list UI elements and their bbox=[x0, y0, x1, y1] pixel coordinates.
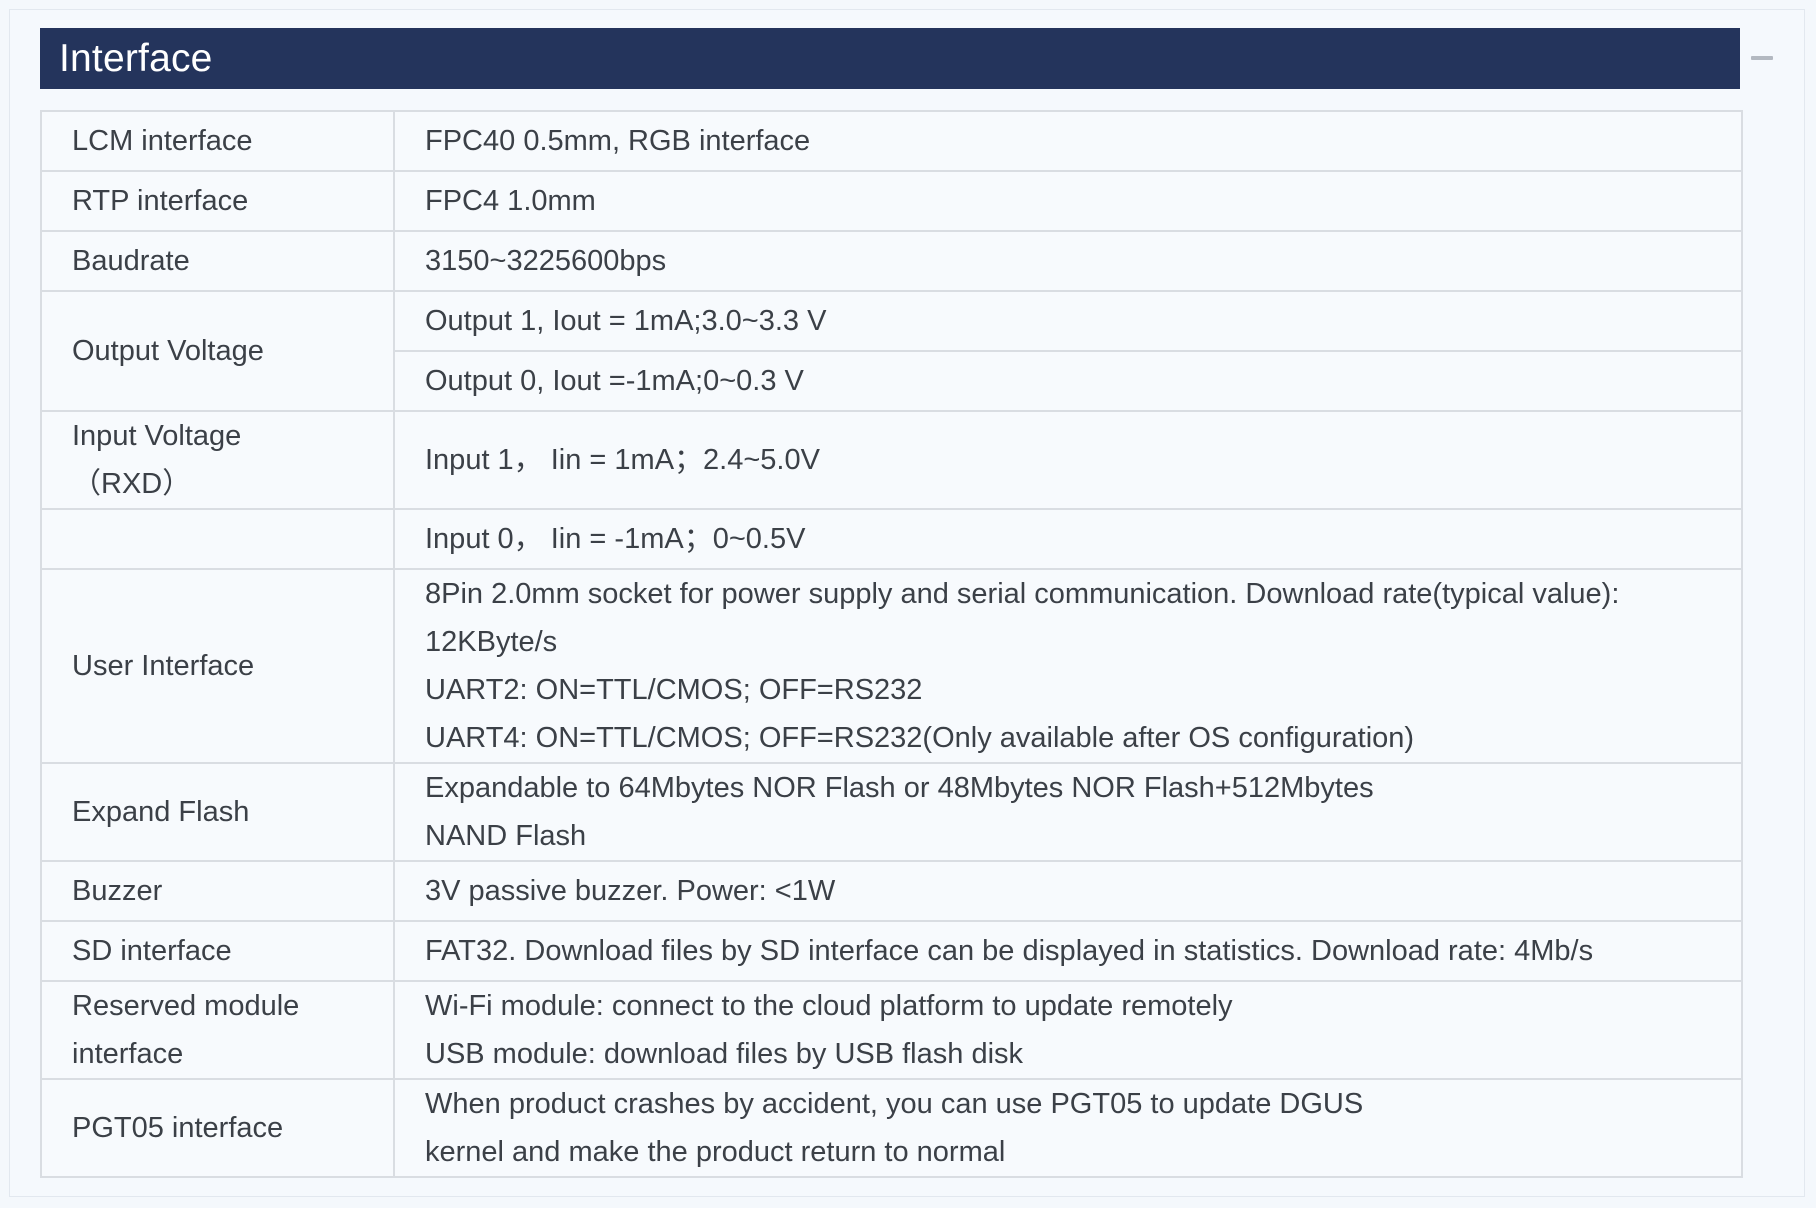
row-value: When product crashes by accident, you ca… bbox=[393, 1078, 1743, 1178]
collapse-button[interactable] bbox=[1750, 46, 1774, 70]
row-label-text: RTP interface bbox=[72, 185, 249, 217]
row-value-text: 8Pin 2.0mm socket for power supply and s… bbox=[425, 578, 1620, 610]
row-label-text: Input Voltage bbox=[72, 420, 242, 452]
row-label: SD interface bbox=[40, 920, 395, 982]
table-row: SD interface FAT32. Download files by SD… bbox=[40, 920, 1743, 982]
row-value-text: 3V passive buzzer. Power: <1W bbox=[425, 875, 836, 907]
row-label: Baudrate bbox=[40, 230, 395, 292]
row-value-text: Input 1， Iin = 1mA；2.4~5.0V bbox=[425, 444, 820, 476]
table-row: LCM interface FPC40 0.5mm, RGB interface bbox=[40, 110, 1743, 172]
row-label-text: Baudrate bbox=[72, 245, 190, 277]
row-label: LCM interface bbox=[40, 110, 395, 172]
table-row: Output Voltage Output 1, Iout = 1mA;3.0~… bbox=[40, 290, 1743, 412]
row-value: FPC40 0.5mm, RGB interface bbox=[393, 110, 1743, 172]
table-row: PGT05 interface When product crashes by … bbox=[40, 1078, 1743, 1178]
row-label: Input Voltage （RXD） bbox=[40, 410, 395, 510]
section-title: Interface bbox=[59, 37, 213, 80]
minus-icon bbox=[1751, 56, 1773, 60]
row-label-text: （RXD） bbox=[72, 468, 192, 500]
row-label: Expand Flash bbox=[40, 762, 395, 862]
row-label: PGT05 interface bbox=[40, 1078, 395, 1178]
row-label: Reserved module interface bbox=[40, 980, 395, 1080]
table-row: Input Voltage （RXD） Input 1， Iin = 1mA；2… bbox=[40, 410, 1743, 510]
row-label-text: Reserved module bbox=[72, 990, 300, 1022]
row-value: Input 0， Iin = -1mA；0~0.5V bbox=[393, 508, 1743, 570]
row-value-text: Wi-Fi module: connect to the cloud platf… bbox=[425, 990, 1233, 1022]
row-value-text: FPC4 1.0mm bbox=[425, 185, 596, 217]
row-value-text: When product crashes by accident, you ca… bbox=[425, 1088, 1364, 1120]
row-value-text: Output 0, Iout =-1mA;0~0.3 V bbox=[425, 365, 804, 397]
row-label-text: Expand Flash bbox=[72, 796, 250, 828]
table-row: Baudrate 3150~3225600bps bbox=[40, 230, 1743, 292]
row-label: User Interface bbox=[40, 568, 395, 764]
row-value-text: UART4: ON=TTL/CMOS; OFF=RS232(Only avail… bbox=[425, 722, 1415, 754]
table-row: Input 0， Iin = -1mA；0~0.5V bbox=[40, 508, 1743, 570]
row-label-text: Output Voltage bbox=[72, 335, 264, 367]
row-value-text: 3150~3225600bps bbox=[425, 245, 667, 277]
row-value: Output 1, Iout = 1mA;3.0~3.3 V bbox=[393, 290, 1743, 352]
row-label-text: LCM interface bbox=[72, 125, 253, 157]
row-label-text: SD interface bbox=[72, 935, 232, 967]
row-value-text: kernel and make the product return to no… bbox=[425, 1136, 1006, 1168]
row-label-text: interface bbox=[72, 1038, 184, 1070]
row-value-text: UART2: ON=TTL/CMOS; OFF=RS232 bbox=[425, 674, 923, 706]
table-row: RTP interface FPC4 1.0mm bbox=[40, 170, 1743, 232]
row-value-text: 12KByte/s bbox=[425, 626, 558, 658]
row-value: Wi-Fi module: connect to the cloud platf… bbox=[393, 980, 1743, 1080]
row-value: FAT32. Download files by SD interface ca… bbox=[393, 920, 1743, 982]
row-value: 3150~3225600bps bbox=[393, 230, 1743, 292]
table-row: Expand Flash Expandable to 64Mbytes NOR … bbox=[40, 762, 1743, 862]
row-value: FPC4 1.0mm bbox=[393, 170, 1743, 232]
row-value-text: Input 0， Iin = -1mA；0~0.5V bbox=[425, 523, 806, 555]
row-label: Output Voltage bbox=[40, 290, 395, 412]
row-value-text: Expandable to 64Mbytes NOR Flash or 48Mb… bbox=[425, 772, 1374, 804]
row-value-text: Output 1, Iout = 1mA;3.0~3.3 V bbox=[425, 305, 827, 337]
row-label bbox=[40, 508, 395, 570]
row-value-text: FAT32. Download files by SD interface ca… bbox=[425, 935, 1594, 967]
row-label: RTP interface bbox=[40, 170, 395, 232]
table-row: Buzzer 3V passive buzzer. Power: <1W bbox=[40, 860, 1743, 922]
row-value-text: USB module: download files by USB flash … bbox=[425, 1038, 1024, 1070]
row-label-text: Buzzer bbox=[72, 875, 163, 907]
table-row: Reserved module interface Wi-Fi module: … bbox=[40, 980, 1743, 1080]
spec-table: LCM interface FPC40 0.5mm, RGB interface… bbox=[40, 110, 1743, 1178]
row-value-text: NAND Flash bbox=[425, 820, 587, 852]
row-value: Output 0, Iout =-1mA;0~0.3 V bbox=[393, 350, 1743, 412]
table-row: User Interface 8Pin 2.0mm socket for pow… bbox=[40, 568, 1743, 764]
section-header: Interface bbox=[40, 28, 1740, 89]
row-value: 8Pin 2.0mm socket for power supply and s… bbox=[393, 568, 1743, 764]
row-value-text: FPC40 0.5mm, RGB interface bbox=[425, 125, 811, 157]
row-label-text: PGT05 interface bbox=[72, 1112, 284, 1144]
row-value: 3V passive buzzer. Power: <1W bbox=[393, 860, 1743, 922]
row-value: Expandable to 64Mbytes NOR Flash or 48Mb… bbox=[393, 762, 1743, 862]
row-label: Buzzer bbox=[40, 860, 395, 922]
row-label-text: User Interface bbox=[72, 650, 255, 682]
row-value: Input 1， Iin = 1mA；2.4~5.0V bbox=[393, 410, 1743, 510]
